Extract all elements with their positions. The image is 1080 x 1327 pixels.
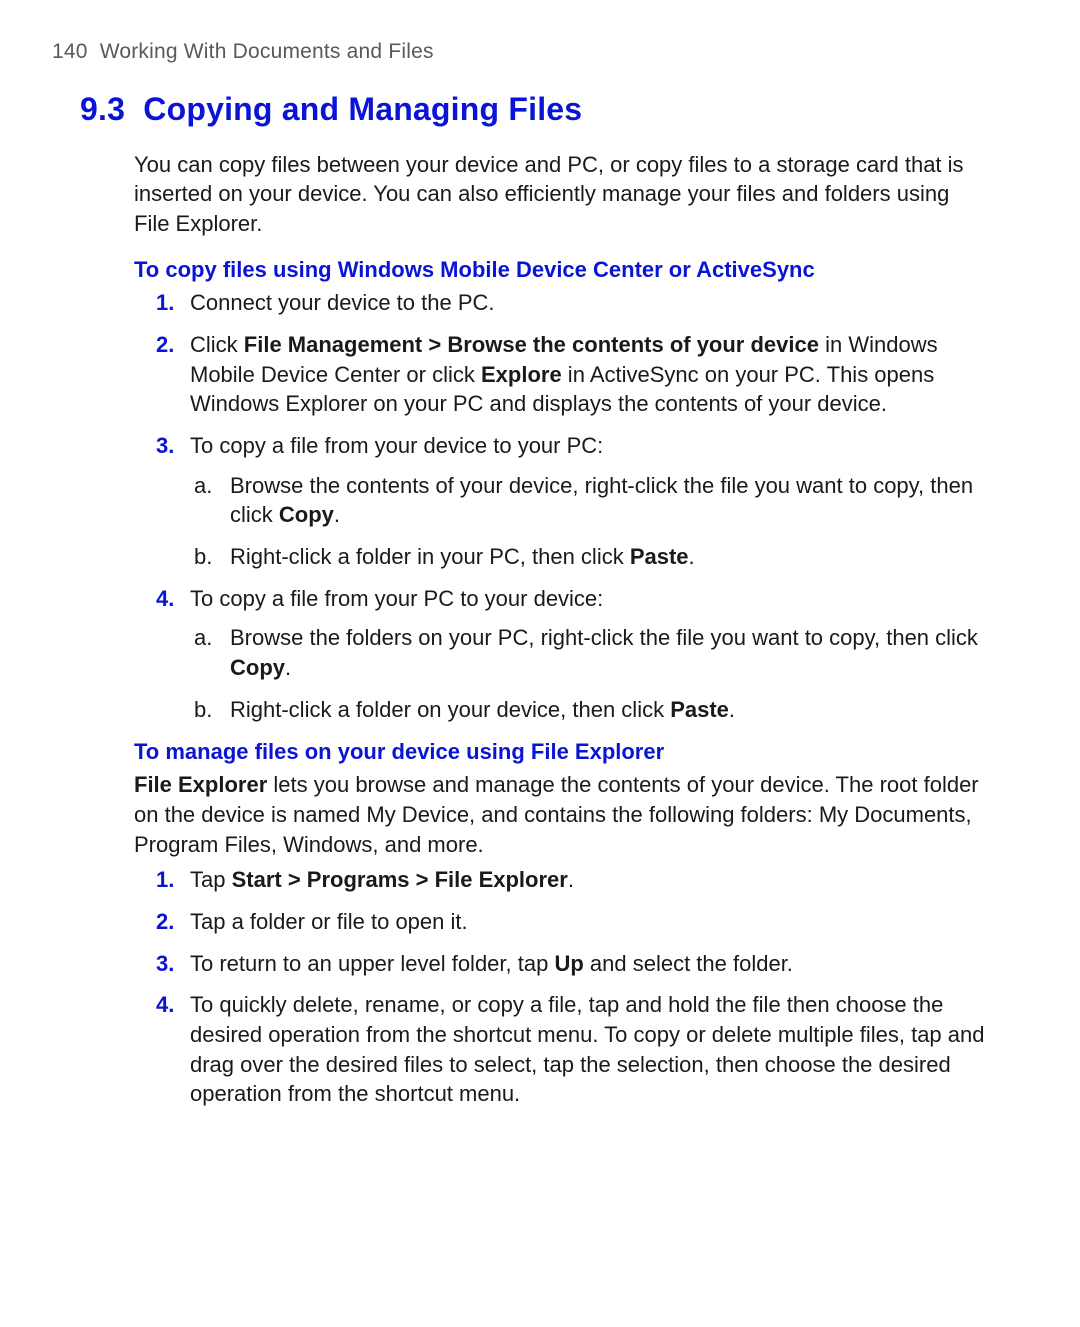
step: 3. To return to an upper level folder, t… xyxy=(134,949,990,979)
step: 1. Connect your device to the PC. xyxy=(134,288,990,318)
step-text: Click File Management > Browse the conte… xyxy=(190,332,938,416)
steps-activesync: 1. Connect your device to the PC. 2. Cli… xyxy=(134,288,990,724)
sub-heading-activesync: To copy files using Windows Mobile Devic… xyxy=(134,255,990,285)
step-marker: 3. xyxy=(156,431,174,461)
sub-step: a. Browse the contents of your device, r… xyxy=(190,471,990,530)
step-marker: 1. xyxy=(156,288,174,318)
step-text: To return to an upper level folder, tap … xyxy=(190,951,793,976)
section-title: 9.3 Copying and Managing Files xyxy=(80,88,990,131)
page-header: 140 Working With Documents and Files xyxy=(52,38,990,66)
step-text: Tap Start > Programs > File Explorer. xyxy=(190,867,574,892)
step: 2. Click File Management > Browse the co… xyxy=(134,330,990,419)
sub-step: a. Browse the folders on your PC, right-… xyxy=(190,623,990,682)
sub-step-marker: a. xyxy=(194,471,212,501)
intro-paragraph: You can copy files between your device a… xyxy=(134,150,990,239)
sub-steps: a. Browse the folders on your PC, right-… xyxy=(190,623,990,724)
step-text: To copy a file from your PC to your devi… xyxy=(190,586,603,611)
section-number: 9.3 xyxy=(80,91,125,127)
step-marker: 1. xyxy=(156,865,174,895)
step: 2. Tap a folder or file to open it. xyxy=(134,907,990,937)
step-marker: 3. xyxy=(156,949,174,979)
step-text: To copy a file from your device to your … xyxy=(190,433,603,458)
sub-step-text: Browse the contents of your device, righ… xyxy=(230,473,973,528)
step: 4. To copy a file from your PC to your d… xyxy=(134,584,990,725)
step-marker: 4. xyxy=(156,990,174,1020)
sub-step: b. Right-click a folder on your device, … xyxy=(190,695,990,725)
step-marker: 2. xyxy=(156,330,174,360)
step-text: Connect your device to the PC. xyxy=(190,290,495,315)
sub-step-marker: b. xyxy=(194,542,212,572)
step: 3. To copy a file from your device to yo… xyxy=(134,431,990,572)
sub-step: b. Right-click a folder in your PC, then… xyxy=(190,542,990,572)
step-text: Tap a folder or file to open it. xyxy=(190,909,468,934)
file-explorer-lead: File Explorer lets you browse and manage… xyxy=(134,770,990,859)
step-marker: 2. xyxy=(156,907,174,937)
step-text: To quickly delete, rename, or copy a fil… xyxy=(190,992,984,1106)
sub-step-marker: b. xyxy=(194,695,212,725)
sub-heading-file-explorer: To manage files on your device using Fil… xyxy=(134,737,990,767)
section-name: Copying and Managing Files xyxy=(143,91,582,127)
step-marker: 4. xyxy=(156,584,174,614)
sub-step-marker: a. xyxy=(194,623,212,653)
page-number: 140 xyxy=(52,40,88,63)
step: 4. To quickly delete, rename, or copy a … xyxy=(134,990,990,1109)
step: 1. Tap Start > Programs > File Explorer. xyxy=(134,865,990,895)
sub-step-text: Right-click a folder in your PC, then cl… xyxy=(230,544,695,569)
sub-step-text: Right-click a folder on your device, the… xyxy=(230,697,735,722)
page-header-title: Working With Documents and Files xyxy=(100,40,434,63)
steps-file-explorer: 1. Tap Start > Programs > File Explorer.… xyxy=(134,865,990,1109)
sub-steps: a. Browse the contents of your device, r… xyxy=(190,471,990,572)
sub-step-text: Browse the folders on your PC, right-cli… xyxy=(230,625,978,680)
